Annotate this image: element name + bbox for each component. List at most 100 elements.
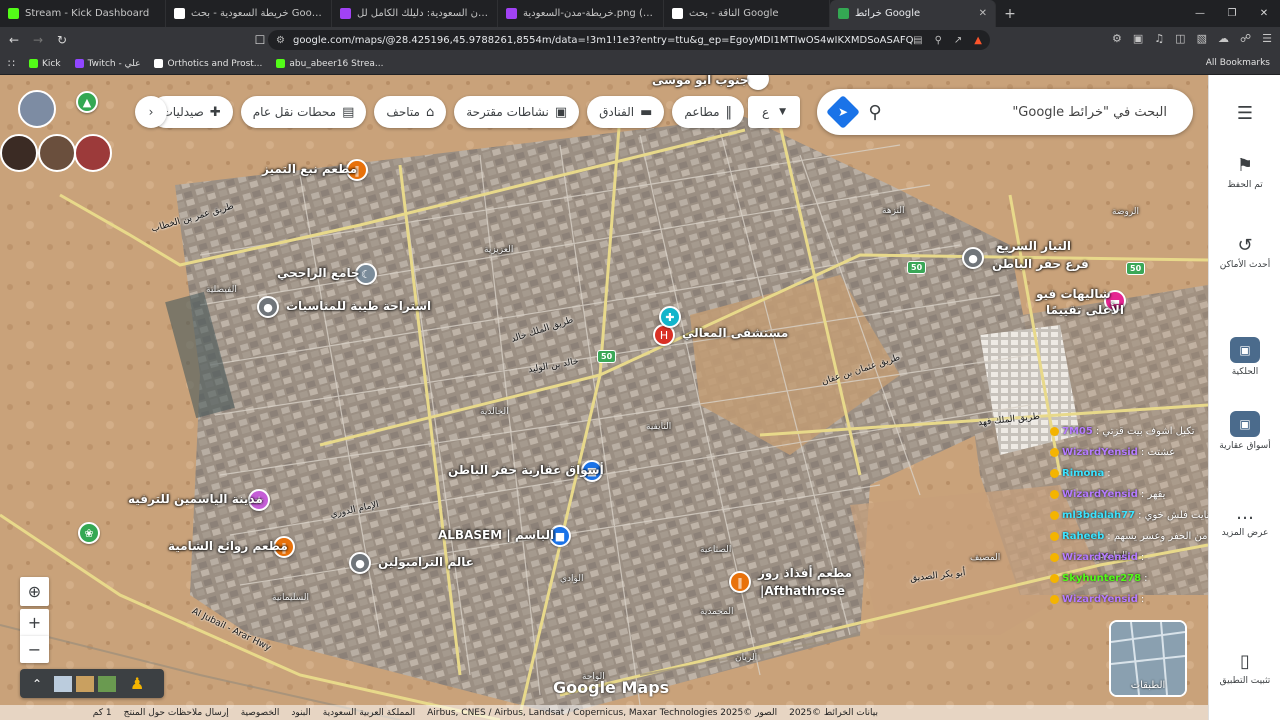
layers-button[interactable]: الطبقات [1109, 620, 1187, 697]
avatar[interactable] [18, 90, 56, 128]
category-chip[interactable]: ▬ الفنادق [587, 96, 665, 128]
extension-icon[interactable]: ⚙ [1112, 32, 1122, 45]
install-icon[interactable]: ▤ [913, 35, 922, 46]
tab-title[interactable]: خرائط Google [855, 8, 973, 19]
venue-marker-icon[interactable]: ● [257, 296, 279, 318]
zoom-in-button[interactable]: + [20, 609, 49, 636]
medical-center-marker-icon[interactable]: ✚ [659, 306, 681, 328]
place-label[interactable]: Afthathrose| [760, 584, 845, 598]
bookmark-item[interactable]: Kick [29, 59, 61, 69]
category-chip[interactable]: ‖ مطاعم [672, 96, 744, 128]
place-label[interactable]: مطعم روائع الشامية [168, 539, 288, 553]
tab-title[interactable]: الناقة - بحث Google [689, 8, 821, 19]
sidebar-item[interactable]: ⚑ تم الحفظ [1209, 155, 1280, 190]
brave-shield-icon[interactable]: ▲ [974, 35, 982, 46]
restaurant-marker-icon[interactable]: ‖ [729, 571, 751, 593]
place-label[interactable]: مطعم نبع التميز [262, 162, 357, 176]
new-tab-button[interactable]: + [996, 0, 1024, 27]
bookmark-item[interactable]: Twitch - علي [74, 59, 140, 69]
chat-username[interactable]: ml3bdalah77 [1062, 510, 1135, 521]
sidebar-item[interactable]: ☰ [1209, 103, 1280, 124]
sidebar-item[interactable]: ▯ تثبيت التطبيق [1209, 651, 1280, 686]
chat-username[interactable]: Skyhunter278 [1062, 573, 1141, 584]
place-label[interactable]: الأعلى تقييمًا [1046, 303, 1124, 317]
bookmark-item[interactable]: abu_abeer16 Strea... [276, 59, 384, 69]
traffic-thumb-icon[interactable] [76, 675, 94, 692]
place-label[interactable]: التيار السريع [996, 239, 1071, 253]
reload-icon[interactable]: ↻ [52, 33, 72, 47]
close-window-icon[interactable]: ✕ [1248, 0, 1280, 27]
browser-tab[interactable]: Stream - Kick Dashboard [0, 0, 166, 27]
sidebar-item[interactable]: ▣ الحلكية [1209, 337, 1280, 377]
browser-tab[interactable]: خريطة السعودية - بحث Google [166, 0, 332, 27]
place-label[interactable]: شاليهات فيو [1036, 287, 1111, 301]
tab-title[interactable]: خريطة السعودية - بحث Google [191, 8, 323, 19]
tab-close-icon[interactable]: ✕ [979, 8, 987, 19]
place-label[interactable]: جامع الراجحي [277, 266, 360, 280]
expand-up-icon[interactable]: ⌃ [24, 677, 50, 691]
directions-icon[interactable]: ➤ [826, 95, 860, 129]
avatar[interactable] [74, 134, 112, 172]
tab-title[interactable]: Stream - Kick Dashboard [25, 8, 157, 19]
restore-icon[interactable]: ❐ [1216, 0, 1248, 27]
leo-icon[interactable]: ☁ [1218, 32, 1229, 45]
park-marker[interactable]: ▲ [76, 91, 98, 113]
sidebar-toggle-icon[interactable]: ◫ [1175, 32, 1185, 45]
venue-marker-icon[interactable]: ● [962, 247, 984, 269]
category-chip[interactable]: ▤ محطات نقل عام [240, 96, 367, 128]
place-label[interactable]: عالم الترامبولين [378, 555, 474, 569]
minimize-icon[interactable]: — [1184, 0, 1216, 27]
attribution-item[interactable]: البنود [291, 708, 310, 718]
apps-icon[interactable]: ∷ [8, 57, 15, 70]
sidebar-item[interactable]: ↺ أحدث الأماكن [1209, 235, 1280, 270]
zoom-icon[interactable]: ⚲ [935, 35, 942, 46]
venue-marker-icon[interactable]: ● [349, 552, 371, 574]
bookmark-page-icon[interactable]: ☐ [250, 33, 270, 47]
place-label[interactable]: أسواق عقارية حفر الباطن [448, 463, 604, 477]
back-icon[interactable]: ← [4, 33, 24, 47]
all-bookmarks-link[interactable]: All Bookmarks [1206, 58, 1270, 68]
chat-username[interactable]: WizardYensid [1062, 594, 1138, 605]
tab-title[interactable]: خريطة مدن السعودية: دليلك الكامل لل... [357, 8, 489, 19]
forward-icon[interactable]: → [28, 33, 48, 47]
browser-tab[interactable]: الناقة - بحث Google [664, 0, 830, 27]
browser-menu-icon[interactable]: ☰ [1262, 32, 1272, 45]
address-url[interactable]: google.com/maps/@28.425196,45.9788261,85… [293, 35, 913, 46]
browser-tab[interactable]: خريطة-مدن-السعودية.png (952×591) [498, 0, 664, 27]
zoom-out-button[interactable]: − [20, 636, 49, 663]
chat-username[interactable]: 7M05 [1062, 426, 1093, 437]
category-chip[interactable]: ⌂ متاحف [374, 96, 447, 128]
site-info-icon[interactable]: ⚙ [276, 35, 285, 46]
avatar[interactable] [0, 134, 38, 172]
browser-tab[interactable]: خريطة مدن السعودية: دليلك الكامل لل... [332, 0, 498, 27]
pegman-icon[interactable]: ♟ [130, 674, 144, 693]
attribution-item[interactable]: الخصوصية [241, 708, 280, 718]
transit-thumb-icon[interactable] [98, 675, 116, 692]
search-placeholder[interactable]: البحث في "خرائط Google" [895, 105, 1167, 120]
maps-search-box[interactable]: البحث في "خرائط Google" ⚲ ➤ [817, 89, 1193, 135]
satellite-map[interactable]: ▲ البحث في "خرائط Google" ⚲ ➤ ‖ مطاعم ▬ الف… [0, 75, 1208, 720]
chat-username[interactable]: WizardYensid [1062, 447, 1138, 458]
place-label[interactable]: جنوب أبو موسى [652, 75, 749, 87]
imagery-strip[interactable]: ⌃ ♟ [20, 669, 164, 698]
chat-username[interactable]: WizardYensid [1062, 552, 1138, 563]
chat-username[interactable]: Rimona [1062, 468, 1104, 479]
terrain-thumb-icon[interactable] [54, 675, 72, 692]
place-label[interactable]: استراحة طيبة للمناسبات [286, 299, 431, 313]
chips-scroll-left-button[interactable]: › [135, 96, 167, 128]
media-icon[interactable]: ♫ [1154, 32, 1164, 45]
avatar[interactable] [38, 134, 76, 172]
place-label[interactable]: مستشفى المعالي [682, 326, 788, 340]
vpn-icon[interactable]: ☍ [1240, 32, 1251, 45]
share-icon[interactable]: ↗ [954, 35, 962, 46]
entertainment-marker-icon[interactable]: ❀ [78, 522, 100, 544]
wallet-icon[interactable]: ▧ [1197, 32, 1207, 45]
my-location-button[interactable]: ⊕ [20, 577, 49, 606]
search-icon[interactable]: ⚲ [855, 102, 895, 123]
sidebar-item[interactable]: … عرض المزيد [1209, 503, 1280, 538]
place-label[interactable]: فرع حفر الباطن [992, 257, 1089, 271]
chat-username[interactable]: WizardYensid [1062, 489, 1138, 500]
browser-tab[interactable]: خرائط Google ✕ [830, 0, 996, 27]
address-bar[interactable]: ⚙ google.com/maps/@28.425196,45.9788261,… [268, 30, 990, 50]
place-label[interactable]: مطعم أفذاذ روز [758, 566, 852, 580]
